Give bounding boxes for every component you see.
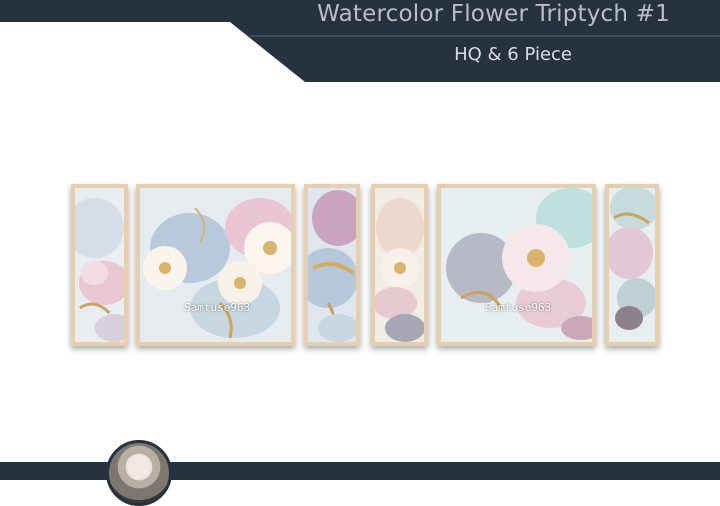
header-banner: Watercolor Flower Triptych #1 HQ & 6 Pie…: [0, 0, 720, 82]
flower-artwork: [308, 188, 356, 342]
flower-artwork: Samtuse963: [441, 188, 592, 342]
art-panel-2[interactable]: Samtuse963: [136, 184, 295, 346]
flower-artwork: [75, 188, 124, 342]
flower-painting-icon: [441, 188, 592, 342]
art-panel-1[interactable]: [71, 184, 128, 346]
doll-avatar-icon[interactable]: [106, 440, 172, 506]
watermark-text: Samtuse963: [184, 301, 251, 314]
page-title: Watercolor Flower Triptych #1: [317, 1, 670, 27]
flower-painting-icon: [75, 188, 124, 342]
flower-painting-icon: [609, 188, 655, 342]
art-panel-6[interactable]: [605, 184, 659, 346]
art-panel-5[interactable]: Samtuse963: [437, 184, 596, 346]
flower-painting-icon: [140, 188, 291, 342]
flower-artwork: Samtuse963: [140, 188, 291, 342]
page-subtitle: HQ & 6 Piece: [454, 44, 572, 65]
art-panel-3[interactable]: [304, 184, 360, 346]
watermark-text: Samtuse963: [485, 301, 552, 314]
avatar-face: [128, 455, 150, 479]
art-panel-4[interactable]: [371, 184, 428, 346]
flower-painting-icon: [375, 188, 424, 342]
flower-artwork: [375, 188, 424, 342]
flower-painting-icon: [308, 188, 356, 342]
flower-artwork: [609, 188, 655, 342]
